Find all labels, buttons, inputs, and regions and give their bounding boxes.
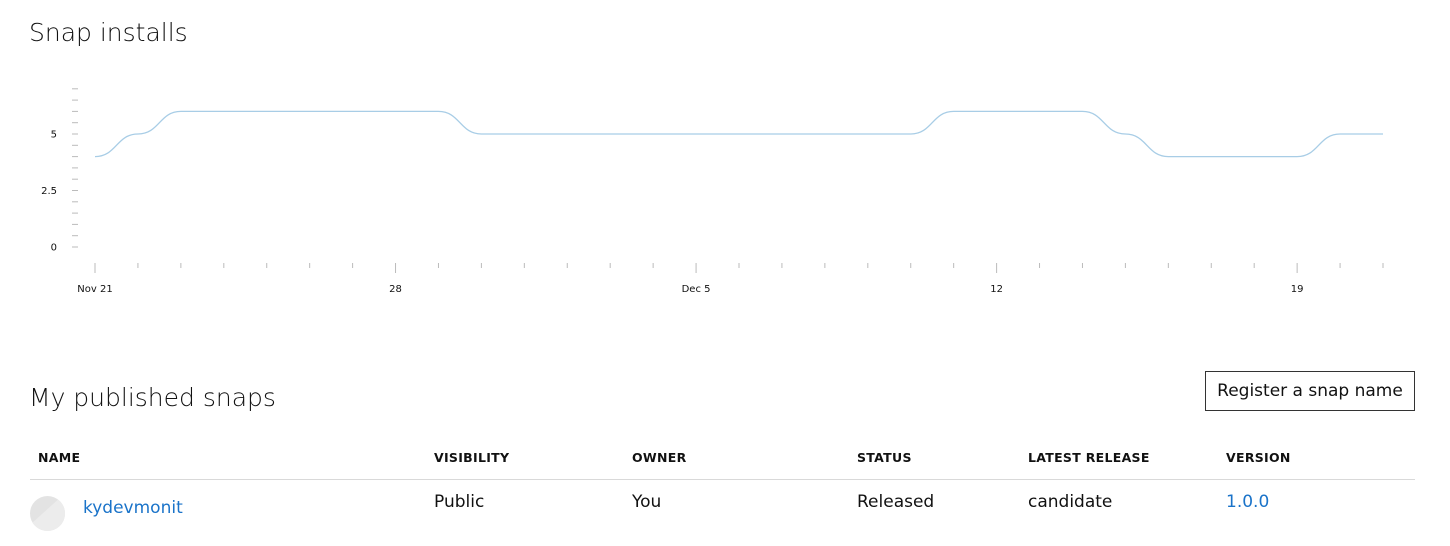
data-point (395, 110, 397, 112)
data-point (824, 133, 826, 135)
data-point (996, 110, 998, 112)
data-point (738, 133, 740, 135)
data-point (1039, 110, 1041, 112)
x-tick-label: Dec 5 (682, 284, 711, 295)
owner-value: You (632, 492, 662, 512)
data-point (309, 110, 311, 112)
x-tick-label: 28 (389, 284, 402, 295)
data-point (1210, 156, 1212, 158)
published-snaps-table: NAME VISIBILITY OWNER STATUS LATEST RELE… (30, 440, 1415, 546)
data-point (695, 133, 697, 135)
placeholder-snap-icon (30, 496, 65, 531)
series-layer (94, 110, 1384, 158)
data-point (437, 110, 439, 112)
data-point (953, 110, 955, 112)
data-point (652, 133, 654, 135)
y-axis: 02.55 (41, 88, 78, 254)
x-axis: Nov 21 28 Dec 5 12 19 (77, 263, 1384, 295)
data-point (1382, 133, 1384, 135)
data-point (94, 156, 96, 158)
data-point (223, 110, 225, 112)
data-point (1296, 156, 1298, 158)
data-point (1167, 156, 1169, 158)
data-point (1081, 110, 1083, 112)
version-link[interactable]: 1.0.0 (1226, 492, 1269, 512)
snap-name-link[interactable]: kydevmonit (83, 498, 183, 518)
snap-installs-title: Snap installs (29, 18, 188, 47)
column-header-visibility[interactable]: VISIBILITY (434, 450, 509, 465)
column-header-name[interactable]: NAME (38, 450, 80, 465)
data-point (352, 110, 354, 112)
x-tick-label: 12 (990, 284, 1003, 295)
data-point (266, 110, 268, 112)
y-tick-label: 5 (51, 130, 57, 141)
table-row: kydevmonit Public You Released candidate… (30, 480, 1415, 546)
y-tick-label: 0 (51, 243, 57, 254)
x-tick-label: 19 (1291, 284, 1304, 295)
data-point (137, 133, 139, 135)
data-point (609, 133, 611, 135)
visibility-value: Public (434, 492, 485, 512)
latest-release-value: candidate (1028, 492, 1113, 512)
register-snap-name-button[interactable]: Register a snap name (1205, 371, 1415, 411)
data-point (480, 133, 482, 135)
data-point (1124, 133, 1126, 135)
data-point (781, 133, 783, 135)
x-tick-label: Nov 21 (77, 284, 112, 295)
data-point (523, 133, 525, 135)
column-header-version[interactable]: VERSION (1226, 450, 1291, 465)
column-header-status[interactable]: STATUS (857, 450, 912, 465)
column-header-latest-release[interactable]: LATEST RELEASE (1028, 450, 1150, 465)
data-point (566, 133, 568, 135)
data-point (910, 133, 912, 135)
installs-chart: 02.55 Nov 21 28 Dec 5 12 19 (41, 88, 1384, 295)
data-point (867, 133, 869, 135)
table-header: NAME VISIBILITY OWNER STATUS LATEST RELE… (30, 440, 1415, 480)
published-snaps-title: My published snaps (29, 383, 276, 412)
y-tick-label: 2.5 (41, 186, 57, 197)
data-point (180, 110, 182, 112)
data-point (1339, 133, 1341, 135)
status-value: Released (857, 492, 935, 512)
data-point (1253, 156, 1255, 158)
column-header-owner[interactable]: OWNER (632, 450, 687, 465)
